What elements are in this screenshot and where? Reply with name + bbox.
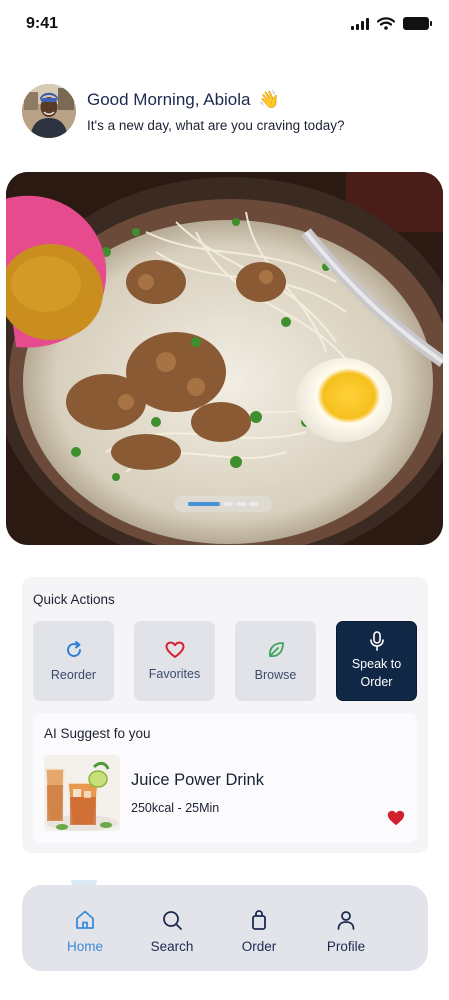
signal-icon [351,17,369,30]
heart-outline-icon [165,641,184,658]
avatar[interactable] [22,84,76,138]
speak-to-order-label-line2: Order [360,675,393,689]
quick-actions-card: Quick Actions Reorder Favorites Browse S… [22,577,428,853]
nav-item-home[interactable]: Home [50,909,120,954]
nav-label-profile: Profile [326,939,366,954]
wifi-icon [377,17,395,30]
ai-suggest-item-name: Juice Power Drink [131,771,264,789]
leaf-icon [268,642,284,657]
greeting-subtitle: It's a new day, what are you craving tod… [87,117,345,133]
carousel-indicator[interactable] [174,496,272,512]
search-icon [163,911,182,930]
carousel-dot-2[interactable] [222,502,233,506]
waving-hand-icon: 👋 [258,89,280,109]
user-icon [337,911,355,930]
reorder-button[interactable]: Reorder [33,621,114,701]
reorder-label: Reorder [50,668,97,682]
nav-item-order[interactable]: Order [224,909,294,954]
quick-actions-title: Quick Actions [33,592,115,607]
status-time: 9:41 [26,15,59,32]
refresh-icon [66,641,81,657]
browse-label: Browse [254,668,297,682]
browse-button[interactable]: Browse [235,621,316,701]
favorites-button[interactable]: Favorites [134,621,215,701]
speak-to-order-label: Speak to Order [352,655,401,691]
heart-filled-icon[interactable] [387,810,405,826]
speak-to-order-button[interactable]: Speak to Order [336,621,417,701]
battery-icon [403,17,432,30]
bottom-nav: Home Search Order Profile [22,885,428,971]
greeting-header: Good Morning, Abiola 👋 It's a new day, w… [22,84,344,138]
speak-to-order-label-line1: Speak to [351,657,402,671]
status-bar: 9:41 [0,0,449,48]
bag-icon [252,910,266,930]
hero-image[interactable] [6,172,443,545]
nav-label-search: Search [150,939,194,954]
nav-label-order: Order [241,939,277,954]
carousel-dot-4[interactable] [248,502,259,506]
nav-item-search[interactable]: Search [137,909,207,954]
ai-suggest-card[interactable]: AI Suggest fo you Juice Power Drink 250k… [33,713,417,843]
greeting-title-row: Good Morning, Abiola 👋 [87,90,344,110]
greeting-title: Good Morning, Abiola [87,89,251,109]
carousel-dot-1[interactable] [187,502,220,506]
home-icon [76,910,94,929]
nav-item-profile[interactable]: Profile [311,909,381,954]
ai-suggest-item-meta: 250kcal - 25Min [131,801,220,815]
ai-suggest-title: AI Suggest fo you [44,726,151,741]
carousel-dot-3[interactable] [235,502,246,506]
microphone-icon [369,631,384,651]
juice-thumbnail [44,755,120,831]
nav-label-home: Home [66,939,103,954]
status-icons [351,17,432,30]
favorites-label: Favorites [148,667,201,681]
